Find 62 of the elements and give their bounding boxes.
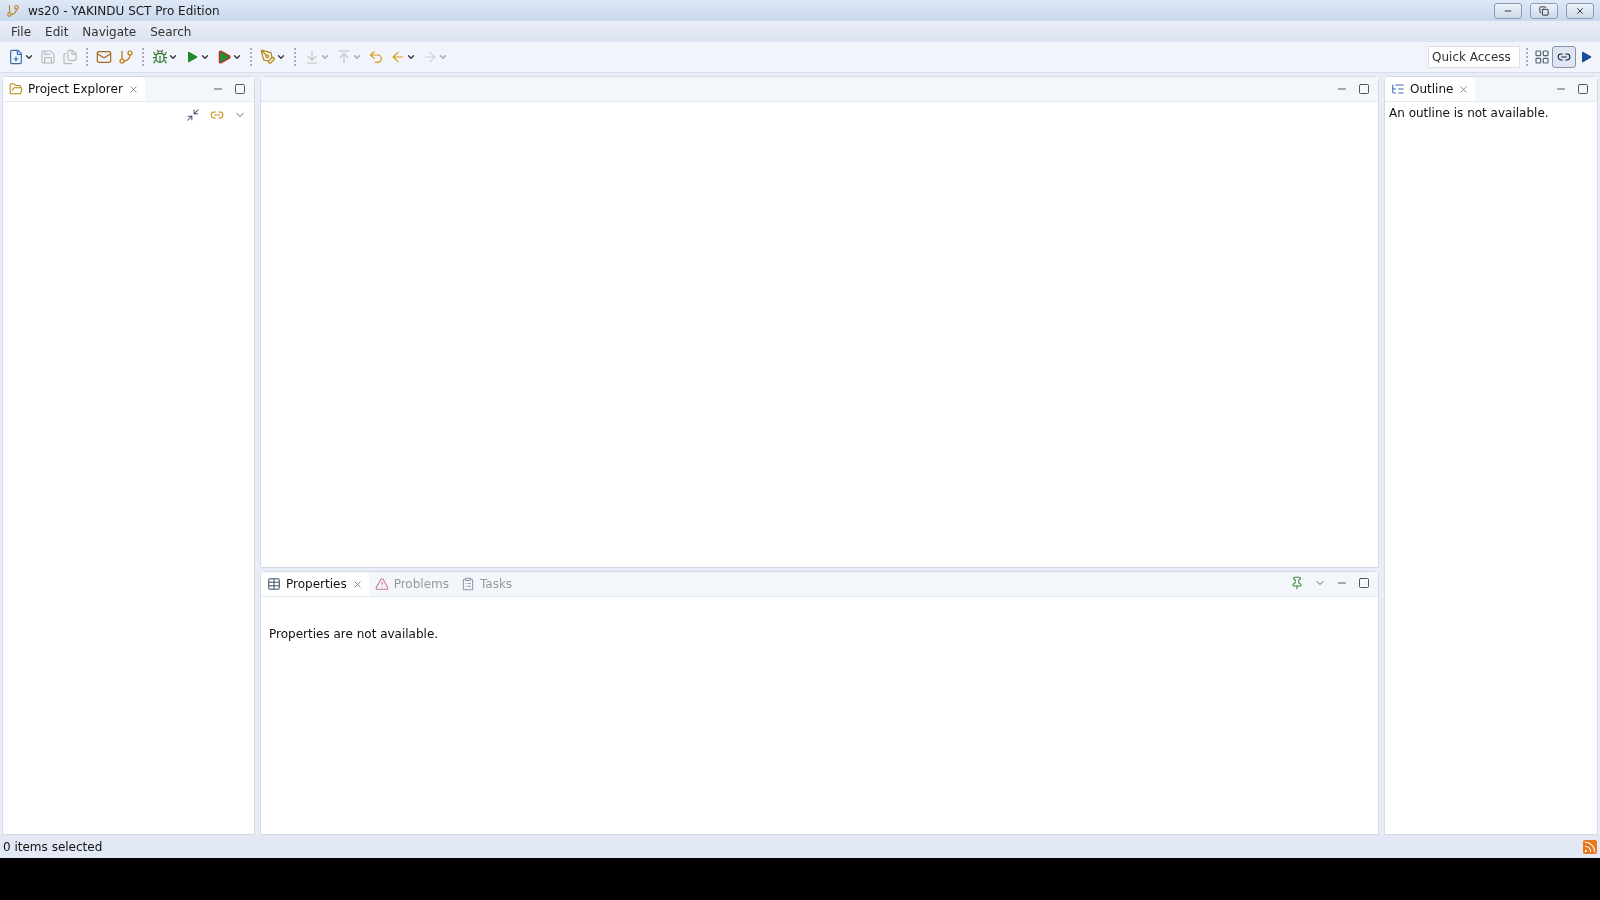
folder-icon: [9, 82, 23, 96]
menu-item[interactable]: Search: [143, 24, 199, 39]
branch-icon: [118, 49, 134, 65]
close-icon[interactable]: [127, 83, 139, 95]
restore-icon: [1539, 5, 1549, 16]
arrow-left-icon: [368, 49, 384, 65]
maximize-icon[interactable]: [1358, 577, 1370, 589]
envelope-icon: [96, 49, 112, 65]
open-perspective-icon[interactable]: [1534, 49, 1550, 65]
quick-access-field[interactable]: Quick Access: [1428, 46, 1520, 68]
maximize-icon[interactable]: [1577, 83, 1589, 95]
minimize-button[interactable]: [1494, 2, 1522, 19]
save-icon: [40, 49, 56, 65]
close-icon[interactable]: [1458, 83, 1470, 95]
link-icon[interactable]: [210, 108, 224, 122]
caret-icon: [438, 52, 448, 62]
panel-tab[interactable]: Properties: [261, 572, 369, 596]
clipboard-icon: [460, 577, 475, 591]
arrow-right-icon: [422, 49, 438, 65]
toolbar-button[interactable]: [116, 47, 136, 67]
project-explorer-tab[interactable]: Project Explorer: [3, 77, 145, 101]
warning-icon: [374, 577, 389, 591]
run-icon: [184, 49, 200, 65]
menu-item[interactable]: File: [4, 24, 39, 39]
properties-message: Properties are not available.: [268, 626, 440, 643]
restore-button[interactable]: [1530, 2, 1558, 19]
caret-icon: [168, 52, 178, 62]
close-icon: [1575, 5, 1585, 16]
status-text: 0 items selected: [3, 839, 104, 854]
window-title: ws20 - YAKINDU SCT Pro Edition: [28, 3, 221, 18]
app-logo-icon: [6, 3, 20, 18]
outline-message: An outline is not available.: [1388, 105, 1550, 122]
new-file-icon: [8, 49, 24, 65]
close-button[interactable]: [1566, 2, 1594, 19]
perspective-button[interactable]: [1552, 46, 1576, 68]
outline-tab[interactable]: Outline: [1385, 77, 1476, 101]
menu-item[interactable]: Navigate: [75, 24, 144, 39]
link-icon: [1557, 50, 1571, 64]
caret-icon: [320, 52, 330, 62]
arrow-left-icon: [390, 49, 406, 65]
close-icon[interactable]: [351, 578, 363, 590]
feed-icon: [1583, 839, 1597, 854]
save-all-icon: [62, 49, 78, 65]
collapse-all-icon[interactable]: [186, 108, 200, 122]
menu-item[interactable]: Edit: [38, 24, 76, 39]
caret-icon: [352, 52, 362, 62]
pen-icon: [260, 49, 276, 65]
bug-icon: [152, 49, 168, 65]
play-icon[interactable]: [1578, 49, 1594, 65]
run-icon: [216, 49, 232, 65]
table-icon: [267, 577, 281, 591]
caret-icon: [276, 52, 286, 62]
maximize-icon[interactable]: [1358, 83, 1370, 95]
caret-icon: [24, 52, 34, 62]
arrow-down-icon: [304, 49, 320, 65]
outline-icon: [1391, 82, 1405, 96]
caret-icon: [200, 52, 210, 62]
caret-icon: [406, 52, 416, 62]
caret-icon: [232, 52, 242, 62]
arrow-up-icon: [336, 49, 352, 65]
pin-icon[interactable]: [1290, 576, 1304, 590]
maximize-icon[interactable]: [234, 83, 246, 95]
